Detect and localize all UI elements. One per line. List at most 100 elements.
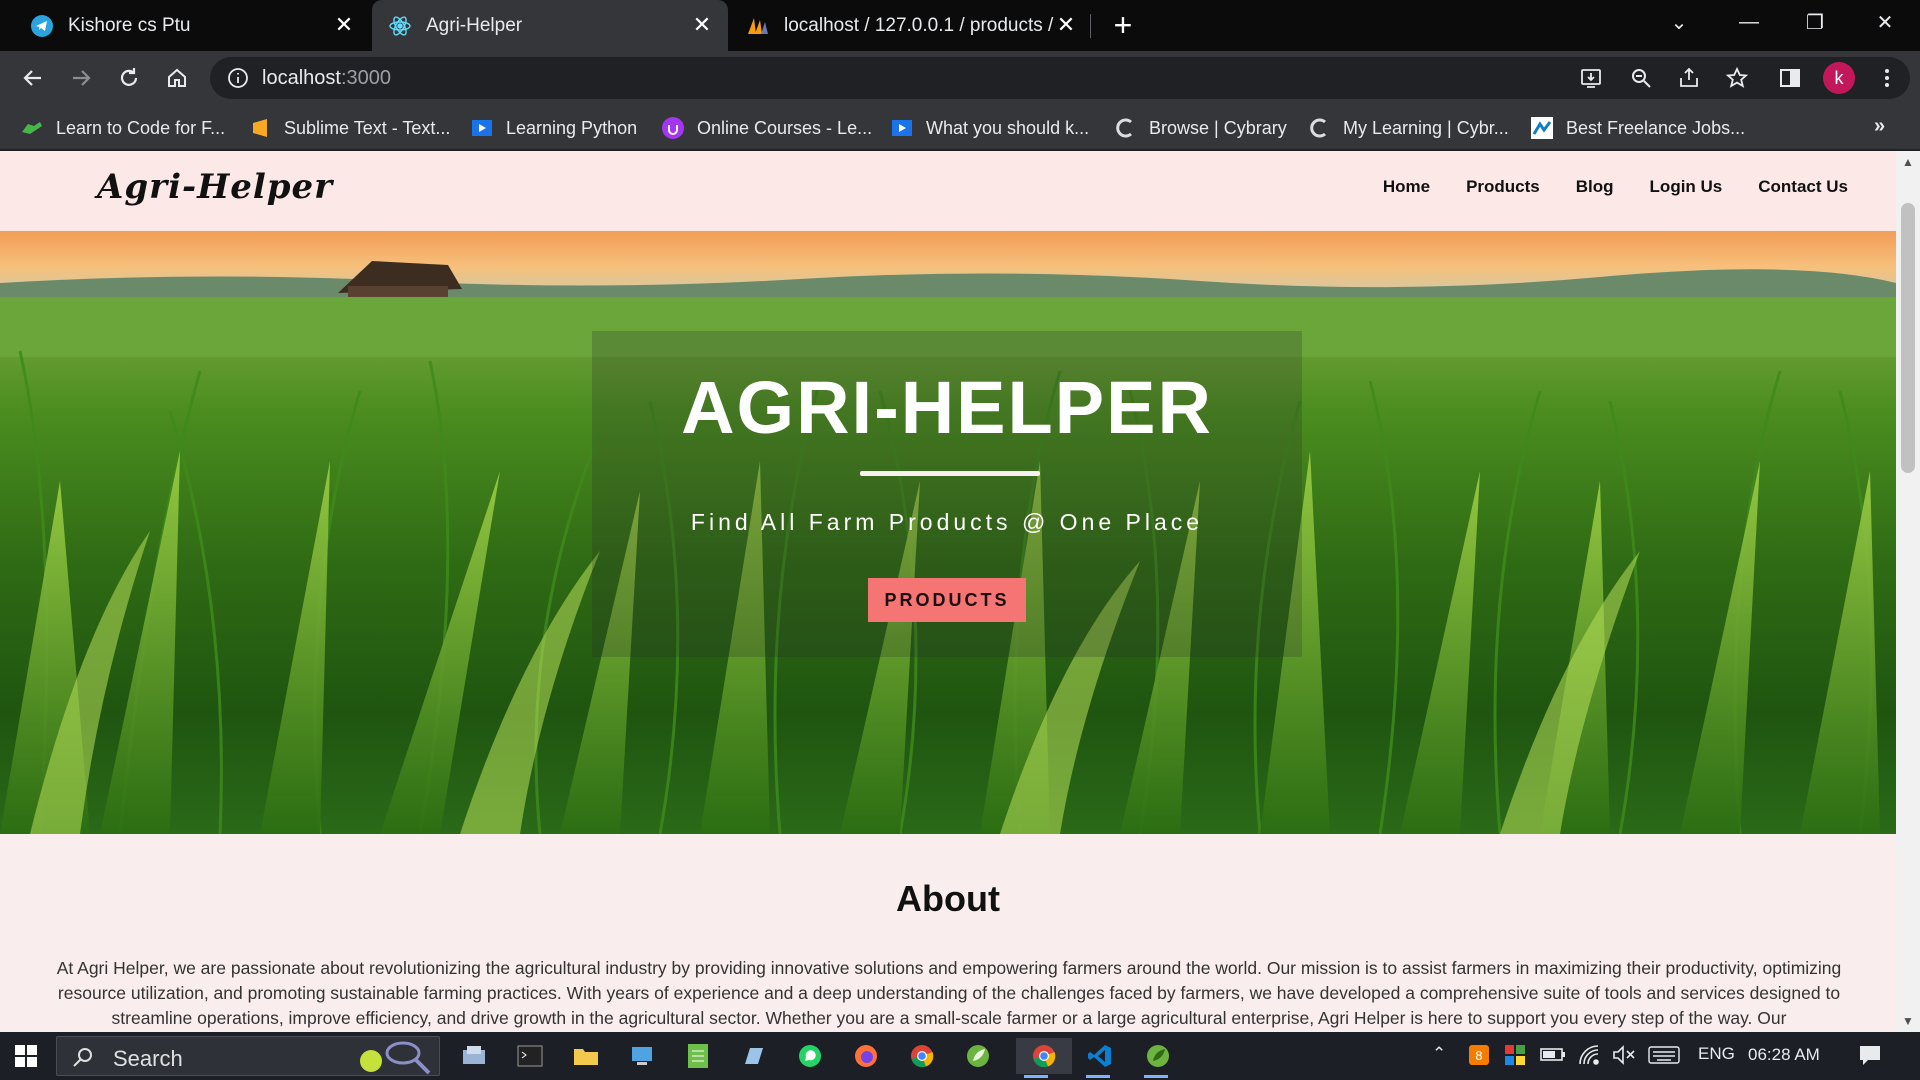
udemy-icon xyxy=(661,116,685,140)
leaf-app-icon[interactable] xyxy=(958,1038,998,1074)
bookmark-item[interactable]: Online Courses - Le... xyxy=(661,115,872,141)
windows-taskbar: Search ⌃ 8 ENG 06:28 AM xyxy=(0,1032,1920,1080)
minimize-button[interactable]: — xyxy=(1716,0,1782,45)
bookmark-item[interactable]: Best Freelance Jobs... xyxy=(1530,115,1745,141)
tab-title: Kishore cs Ptu xyxy=(68,14,191,36)
close-tab-icon[interactable]: ✕ xyxy=(332,13,356,37)
back-button[interactable] xyxy=(16,61,50,95)
language-indicator[interactable]: ENG xyxy=(1698,1044,1735,1064)
bookmark-item[interactable]: Browse | Cybrary xyxy=(1113,115,1287,141)
keyboard-icon[interactable] xyxy=(1648,1044,1680,1071)
bookmark-star-icon[interactable] xyxy=(1720,61,1754,95)
firefox-icon[interactable] xyxy=(846,1038,886,1074)
terminal-app-icon[interactable] xyxy=(510,1038,550,1074)
nav-login[interactable]: Login Us xyxy=(1650,177,1723,197)
show-hidden-icons[interactable]: ⌃ xyxy=(1432,1044,1446,1064)
freelancer-icon xyxy=(1530,116,1554,140)
tab-search-icon[interactable]: ⌄ xyxy=(1646,0,1712,45)
chrome-icon[interactable] xyxy=(902,1038,942,1074)
sublime-icon xyxy=(248,116,272,140)
bookmark-item[interactable]: Learn to Code for F... xyxy=(20,115,225,141)
site-logo[interactable]: Agri-Helper xyxy=(97,167,333,207)
about-section: About At Agri Helper, we are passionate … xyxy=(0,834,1896,1032)
tab-agri-helper[interactable]: Agri-Helper ✕ xyxy=(372,0,728,51)
telegram-icon xyxy=(30,14,54,38)
forward-button[interactable] xyxy=(64,61,98,95)
cybrary-icon xyxy=(1307,116,1331,140)
tab-title: localhost / 127.0.0.1 / products / xyxy=(784,14,1054,36)
windows-start-icon[interactable] xyxy=(14,1044,38,1068)
battery-icon[interactable] xyxy=(1540,1044,1566,1069)
nav-blog[interactable]: Blog xyxy=(1576,177,1614,197)
tab-strip: Kishore cs Ptu ✕ Agri-Helper ✕ localhost… xyxy=(0,0,1920,51)
new-tab-button[interactable]: + xyxy=(1106,8,1140,42)
search-icon xyxy=(71,1045,95,1069)
restore-button[interactable]: ❐ xyxy=(1782,0,1848,45)
nav-home[interactable]: Home xyxy=(1383,177,1430,197)
taskbar-clock[interactable]: 06:28 AM xyxy=(1748,1045,1820,1065)
tab-telegram[interactable]: Kishore cs Ptu ✕ xyxy=(0,0,370,51)
nav-products[interactable]: Products xyxy=(1466,177,1540,197)
products-button[interactable]: PRODUCTS xyxy=(868,578,1026,622)
bookmark-item[interactable]: Sublime Text - Text... xyxy=(248,115,450,141)
nav-links: Home Products Blog Login Us Contact Us xyxy=(1383,177,1848,197)
hero-title: AGRI-HELPER xyxy=(681,366,1213,449)
tab-phpmyadmin[interactable]: localhost / 127.0.0.1 / products / ✕ xyxy=(730,0,1092,51)
search-placeholder: Search xyxy=(113,1046,183,1071)
install-app-icon[interactable] xyxy=(1574,61,1608,95)
menu-icon[interactable] xyxy=(1870,61,1904,95)
tab-title: Agri-Helper xyxy=(426,14,523,36)
hero-subtitle: Find All Farm Products @ One Place xyxy=(690,509,1204,535)
whatsapp-icon[interactable] xyxy=(790,1038,830,1074)
scroll-up-icon[interactable]: ▲ xyxy=(1901,155,1915,169)
close-tab-icon[interactable]: ✕ xyxy=(1054,13,1078,37)
file-manager-app-icon[interactable] xyxy=(454,1038,494,1074)
bookmark-item[interactable]: What you should k... xyxy=(890,115,1089,141)
bookmark-item[interactable]: My Learning | Cybr... xyxy=(1307,115,1509,141)
browser-toolbar: localhost:3000 k xyxy=(0,51,1920,105)
video-icon xyxy=(470,116,494,140)
url-text: localhost:3000 xyxy=(262,67,391,89)
page-scrollbar[interactable]: ▲ ▼ xyxy=(1896,151,1920,1032)
scroll-down-icon[interactable]: ▼ xyxy=(1901,1014,1915,1028)
bookmark-item[interactable]: Learning Python xyxy=(470,115,637,141)
spreadsheet-app-icon[interactable] xyxy=(678,1038,718,1074)
zoom-icon[interactable] xyxy=(1624,61,1658,95)
close-window-button[interactable]: ✕ xyxy=(1852,0,1918,45)
side-panel-icon[interactable] xyxy=(1773,61,1807,95)
dino-icon xyxy=(20,116,44,140)
remote-desktop-icon[interactable] xyxy=(622,1038,662,1074)
wifi-icon[interactable] xyxy=(1578,1044,1602,1071)
tray-color-icon[interactable] xyxy=(1504,1044,1526,1071)
hero-divider xyxy=(860,471,1040,476)
about-heading: About xyxy=(896,878,1000,919)
more-bookmarks-button[interactable]: » xyxy=(1874,115,1885,138)
nav-contact[interactable]: Contact Us xyxy=(1758,177,1848,197)
file-explorer-icon[interactable] xyxy=(566,1038,606,1074)
spring-app-icon[interactable] xyxy=(1136,1038,1180,1078)
scrollbar-thumb[interactable] xyxy=(1901,203,1915,473)
svg-text:8: 8 xyxy=(1475,1049,1483,1063)
page-viewport: Agri-Helper Home Products Blog Login Us … xyxy=(0,151,1896,1032)
taskbar-search[interactable]: Search xyxy=(56,1036,440,1076)
address-bar[interactable]: localhost:3000 xyxy=(210,57,1910,99)
phpmyadmin-icon xyxy=(746,14,770,38)
notes-app-icon[interactable] xyxy=(734,1038,774,1074)
volume-muted-icon[interactable] xyxy=(1612,1044,1636,1071)
tray-app-icon[interactable]: 8 xyxy=(1468,1044,1490,1071)
share-icon[interactable] xyxy=(1672,61,1706,95)
cybrary-icon xyxy=(1113,116,1137,140)
hero-section: AGRI-HELPER Find All Farm Products @ One… xyxy=(0,231,1896,834)
chrome-active-icon[interactable] xyxy=(1016,1038,1072,1078)
about-text: At Agri Helper, we are passionate about … xyxy=(56,958,1842,1028)
profile-avatar[interactable]: k xyxy=(1823,62,1855,94)
site-info-icon[interactable] xyxy=(226,66,250,90)
close-tab-icon[interactable]: ✕ xyxy=(690,13,714,37)
video-icon xyxy=(890,116,914,140)
reload-button[interactable] xyxy=(112,61,146,95)
home-button[interactable] xyxy=(160,61,194,95)
bookmarks-bar: Learn to Code for F... Sublime Text - Te… xyxy=(0,105,1920,150)
tennis-racket-icon xyxy=(360,1041,431,1075)
vscode-icon[interactable] xyxy=(1078,1038,1122,1078)
notifications-icon[interactable] xyxy=(1858,1044,1882,1071)
